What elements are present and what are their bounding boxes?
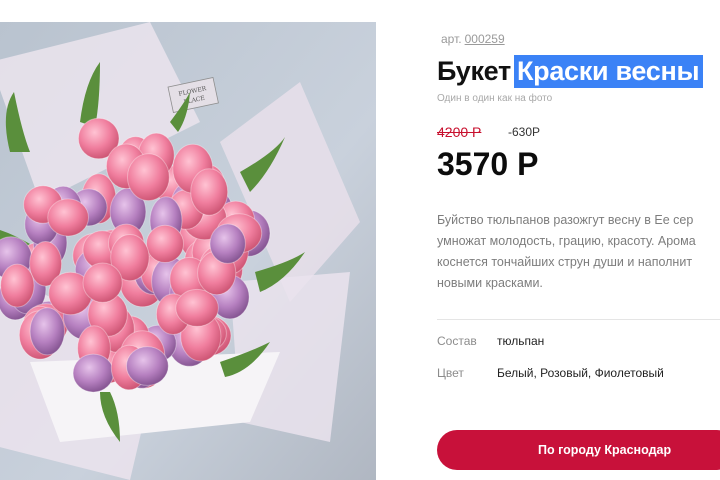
tulip-flower	[190, 168, 229, 216]
description-line: умножат молодость, грацию, красоту. Аром…	[437, 234, 696, 248]
product-info-panel: арт. 000259 Букет Краски весны Один в один…	[437, 0, 720, 480]
divider	[437, 319, 720, 320]
tulip-flower	[146, 224, 184, 263]
tulip-flower	[0, 263, 35, 308]
tulip-flower	[209, 223, 246, 264]
delivery-city-button[interactable]: По городу Краснодар	[437, 430, 720, 470]
sku: арт. 000259	[441, 32, 505, 46]
title-selected-text: Краски весны	[513, 55, 704, 88]
tulip-flower	[125, 346, 169, 386]
product-photo[interactable]: FLOWER PLACE	[0, 22, 376, 480]
description-line: коснется тончайших струн души и наполнит	[437, 255, 693, 269]
tulip-flower	[72, 353, 115, 393]
description-line: новыми красками.	[437, 276, 543, 290]
spec-composition-label: Состав	[437, 334, 477, 348]
product-title: Букет Краски весны	[437, 55, 704, 88]
tulip-flower	[82, 262, 123, 303]
discount-amount: -630Р	[508, 125, 541, 139]
product-description: Буйство тюльпанов разожгут весну в Ее се…	[437, 210, 720, 294]
tulip-flower	[175, 288, 219, 327]
current-price: 3570 Р	[437, 146, 539, 182]
description-line: Буйство тюльпанов разожгут весну в Ее се…	[437, 213, 694, 227]
sku-link[interactable]: 000259	[465, 32, 505, 46]
spec-composition-value: тюльпан	[497, 334, 545, 348]
sku-label: арт.	[441, 32, 462, 46]
tulip-flower	[29, 307, 65, 356]
tulip-flower	[126, 153, 170, 202]
tulip-flower	[47, 198, 89, 237]
title-prefix: Букет	[437, 56, 511, 86]
product-subtitle: Один в один как на фото	[437, 93, 553, 104]
spec-color-value: Белый, Розовый, Фиолетовый	[497, 366, 664, 380]
spec-color-label: Цвет	[437, 366, 464, 380]
old-price: 4200 Р	[437, 124, 482, 140]
